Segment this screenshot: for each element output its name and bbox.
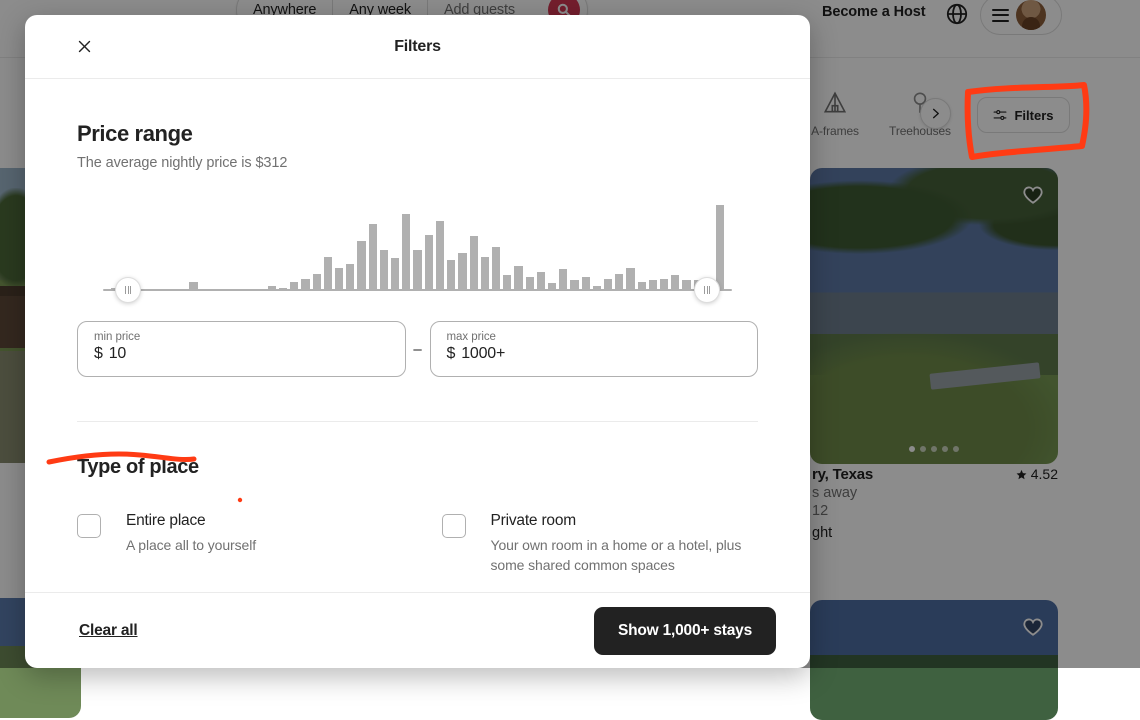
show-stays-button[interactable]: Show 1,000+ stays [594,607,776,655]
type-of-place-heading: Type of place [77,456,758,479]
price-range-section: Price range The average nightly price is… [77,79,758,377]
histogram-bar [369,224,377,291]
price-histogram-slider[interactable] [77,203,758,299]
min-price-label: min price [94,331,389,343]
max-price-value[interactable]: $1000+ [447,345,742,363]
option-private-room[interactable]: Private room Your own room in a home or … [442,512,759,576]
histogram-bar [324,257,332,291]
histogram-bar [357,241,365,291]
currency-symbol: $ [94,345,103,362]
histogram-bar [436,221,444,291]
currency-symbol: $ [447,345,456,362]
histogram-bar [492,247,500,291]
page-title: Filters [394,38,441,56]
price-range-subheading: The average nightly price is $312 [77,155,758,171]
max-price-field[interactable]: max price $1000+ [430,321,759,377]
histogram-bar [481,257,489,291]
private-room-label: Private room [491,512,759,530]
entire-place-label: Entire place [126,512,256,530]
range-separator: – [406,341,430,358]
histogram-bar [470,236,478,291]
modal-footer: Clear all Show 1,000+ stays [25,592,810,668]
histogram-bar [716,205,724,291]
histogram-bar [447,260,455,291]
filters-modal: Filters Price range The average nightly … [25,15,810,668]
histogram-bar [413,250,421,291]
entire-place-checkbox[interactable] [77,514,101,538]
price-inputs: min price $10 – max price $1000+ [77,321,758,377]
option-entire-place[interactable]: Entire place A place all to yourself [77,512,394,576]
histogram-bar [458,253,466,291]
histogram-bar [559,269,567,291]
private-room-checkbox[interactable] [442,514,466,538]
entire-place-description: A place all to yourself [126,535,256,555]
clear-all-button[interactable]: Clear all [77,616,140,646]
max-price-label: max price [447,331,742,343]
min-price-field[interactable]: min price $10 [77,321,406,377]
modal-body: Price range The average nightly price is… [25,79,810,592]
price-slider-max-handle[interactable] [694,277,720,303]
histogram-bar [514,266,522,291]
min-price-value[interactable]: $10 [94,345,389,363]
price-histogram [111,205,724,291]
histogram-bar [402,214,410,291]
min-price-number: 10 [109,345,126,362]
price-range-heading: Price range [77,121,758,147]
private-room-description: Your own room in a home or a hotel, plus… [491,535,759,576]
histogram-bar [391,258,399,291]
type-of-place-section: Type of place Entire place A place all t… [77,422,758,576]
max-price-number: 1000+ [461,345,505,362]
price-slider-track[interactable] [103,289,732,291]
histogram-bar [380,250,388,291]
histogram-bar [346,264,354,291]
type-of-place-options: Entire place A place all to yourself Pri… [77,512,758,576]
modal-header: Filters [25,15,810,79]
histogram-bar [626,268,634,291]
price-slider-min-handle[interactable] [115,277,141,303]
histogram-bar [335,268,343,291]
close-icon[interactable] [69,32,99,62]
histogram-bar [425,235,433,291]
